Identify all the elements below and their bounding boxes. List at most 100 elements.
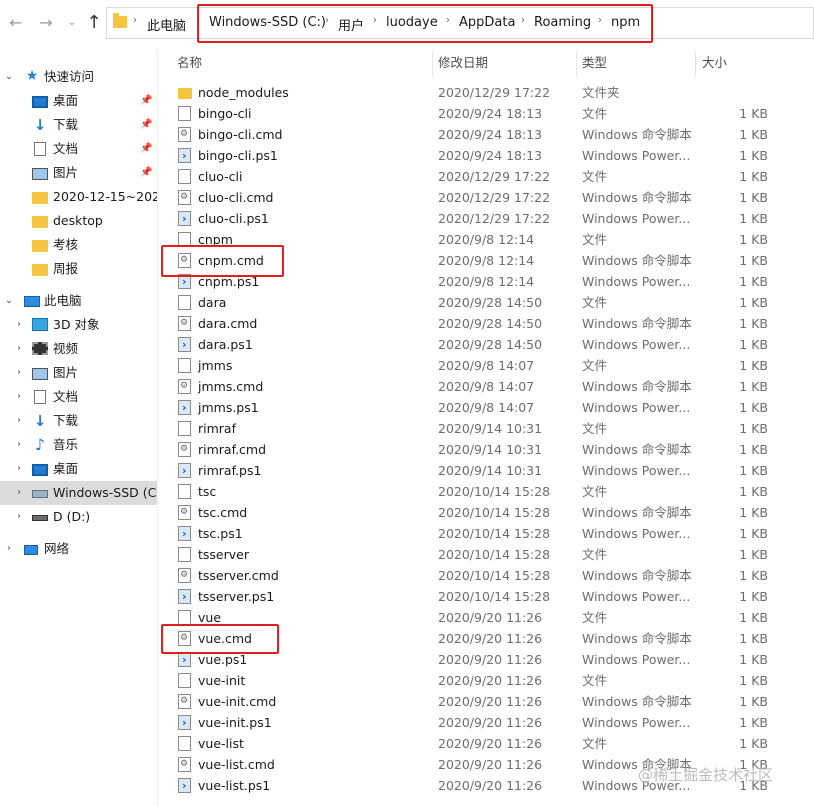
sidebar-item-quick-access[interactable]: ⌄ ★ 快速访问	[0, 65, 157, 89]
file-row[interactable]: rimraf 2020/9/14 10:31 文件 1 KB	[158, 418, 814, 439]
sidebar-item-pictures-pinned[interactable]: 图片 📌	[0, 161, 157, 185]
sidebar-item-3d-objects[interactable]: › 3D 对象	[0, 313, 157, 337]
file-row[interactable]: rimraf.cmd 2020/9/14 10:31 Windows 命令脚本 1 K…	[158, 439, 814, 460]
sidebar-item-folder-date[interactable]: 2020-12-15~2020	[0, 185, 157, 209]
chevron-down-icon[interactable]: ⌄	[4, 289, 14, 313]
file-row[interactable]: vue.cmd 2020/9/20 11:26 Windows 命令脚本 1 KB	[158, 628, 814, 649]
breadcrumb-npm[interactable]: npm	[611, 15, 640, 30]
chevron-right-icon[interactable]: ›	[14, 361, 24, 385]
sidebar-item-music[interactable]: › ♪ 音乐	[0, 433, 157, 457]
column-header-type[interactable]: 类型	[582, 52, 607, 76]
chevron-right-icon[interactable]: ›	[14, 481, 24, 505]
recent-locations-button[interactable]: ⌄	[62, 12, 82, 34]
file-row[interactable]: vue-init 2020/9/20 11:26 文件 1 KB	[158, 670, 814, 691]
file-name: tsserver	[198, 547, 249, 562]
column-header-date[interactable]: 修改日期	[438, 52, 488, 76]
sidebar-item-drive-d[interactable]: › D (D:)	[0, 505, 157, 529]
sidebar-item-desktop-pinned[interactable]: 桌面 📌	[0, 89, 157, 113]
sidebar-item-folder-desktop[interactable]: desktop	[0, 209, 157, 233]
file-row[interactable]: cnpm.ps1 2020/9/8 12:14 Windows Power... 1 …	[158, 271, 814, 292]
file-icon	[178, 673, 191, 688]
sidebar-item-videos[interactable]: › 视频	[0, 337, 157, 361]
breadcrumb-users[interactable]: 用户	[338, 15, 364, 34]
file-row[interactable]: bingo-cli 2020/9/24 18:13 文件 1 KB	[158, 103, 814, 124]
file-row[interactable]: dara.cmd 2020/9/28 14:50 Windows 命令脚本 1 KB	[158, 313, 814, 334]
file-row[interactable]: rimraf.ps1 2020/9/14 10:31 Windows Power..…	[158, 460, 814, 481]
file-row[interactable]: cluo-cli 2020/12/29 17:22 文件 1 KB	[158, 166, 814, 187]
chevron-right-icon[interactable]: ›	[14, 505, 24, 529]
breadcrumb-this-pc[interactable]: 此电脑	[147, 15, 186, 34]
sidebar-item-downloads[interactable]: › ↓ 下载	[0, 409, 157, 433]
chevron-down-icon[interactable]: ⌄	[4, 65, 14, 89]
sidebar-item-label: 图片	[53, 365, 79, 380]
column-header-name[interactable]: 名称	[177, 52, 202, 76]
forward-button[interactable]: →	[36, 12, 56, 34]
chevron-right-icon[interactable]: ›	[14, 385, 24, 409]
file-row[interactable]: dara.ps1 2020/9/28 14:50 Windows Power... 1…	[158, 334, 814, 355]
file-row[interactable]: cluo-cli.cmd 2020/12/29 17:22 Windows 命令脚本…	[158, 187, 814, 208]
column-header-size[interactable]: 大小	[702, 52, 727, 76]
sidebar-item-label: 图片	[53, 165, 79, 180]
chevron-right-icon[interactable]: ›	[133, 15, 137, 26]
sidebar-item-pictures[interactable]: › 图片	[0, 361, 157, 385]
chevron-right-icon[interactable]: ›	[14, 337, 24, 361]
chevron-right-icon[interactable]: ›	[598, 15, 602, 26]
breadcrumb-user[interactable]: luodaye	[386, 15, 438, 30]
file-row[interactable]: jmms.ps1 2020/9/8 14:07 Windows Power... 1 …	[158, 397, 814, 418]
file-row[interactable]: tsserver.cmd 2020/10/14 15:28 Windows 命令脚本…	[158, 565, 814, 586]
file-type: Windows Power...	[582, 400, 691, 415]
chevron-right-icon[interactable]: ›	[14, 409, 24, 433]
file-row[interactable]: vue-init.ps1 2020/9/20 11:26 Windows Power…	[158, 712, 814, 733]
file-row[interactable]: tsserver.ps1 2020/10/14 15:28 Windows Powe…	[158, 586, 814, 607]
column-divider[interactable]	[695, 52, 696, 76]
sidebar-item-folder-assessment[interactable]: 考核	[0, 233, 157, 257]
file-row[interactable]: dara 2020/9/28 14:50 文件 1 KB	[158, 292, 814, 313]
chevron-right-icon[interactable]: ›	[446, 15, 450, 26]
file-row[interactable]: node_modules 2020/12/29 17:22 文件夹	[158, 82, 814, 103]
file-row[interactable]: tsc 2020/10/14 15:28 文件 1 KB	[158, 481, 814, 502]
sidebar-item-downloads-pinned[interactable]: ↓ 下载 📌	[0, 113, 157, 137]
file-row[interactable]: jmms 2020/9/8 14:07 文件 1 KB	[158, 355, 814, 376]
file-row[interactable]: tsserver 2020/10/14 15:28 文件 1 KB	[158, 544, 814, 565]
file-row[interactable]: vue-list 2020/9/20 11:26 文件 1 KB	[158, 733, 814, 754]
chevron-right-icon[interactable]: ›	[196, 15, 200, 26]
file-size: 1 KB	[739, 106, 768, 121]
chevron-right-icon[interactable]: ›	[373, 15, 377, 26]
sidebar-item-label: 下载	[53, 117, 79, 132]
up-button[interactable]: ↑	[84, 12, 104, 34]
file-row[interactable]: bingo-cli.ps1 2020/9/24 18:13 Windows Powe…	[158, 145, 814, 166]
sidebar-item-network[interactable]: › 网络	[0, 537, 157, 561]
chevron-right-icon[interactable]: ›	[325, 15, 329, 26]
file-date: 2020/12/29 17:22	[438, 169, 551, 184]
chevron-right-icon[interactable]: ›	[521, 15, 525, 26]
file-row[interactable]: jmms.cmd 2020/9/8 14:07 Windows 命令脚本 1 KB	[158, 376, 814, 397]
file-row[interactable]: vue 2020/9/20 11:26 文件 1 KB	[158, 607, 814, 628]
file-date: 2020/9/8 14:07	[438, 358, 535, 373]
file-row[interactable]: vue-init.cmd 2020/9/20 11:26 Windows 命令脚本 1…	[158, 691, 814, 712]
sidebar-item-drive-c[interactable]: › Windows-SSD (C:)	[0, 481, 157, 505]
file-row[interactable]: tsc.cmd 2020/10/14 15:28 Windows 命令脚本 1 KB	[158, 502, 814, 523]
breadcrumb-roaming[interactable]: Roaming	[534, 15, 591, 30]
file-row[interactable]: cnpm 2020/9/8 12:14 文件 1 KB	[158, 229, 814, 250]
file-row[interactable]: cnpm.cmd 2020/9/8 12:14 Windows 命令脚本 1 KB	[158, 250, 814, 271]
sidebar-item-documents[interactable]: › 文档	[0, 385, 157, 409]
sidebar-item-desktop[interactable]: › 桌面	[0, 457, 157, 481]
chevron-right-icon[interactable]: ›	[14, 433, 24, 457]
file-row[interactable]: cluo-cli.ps1 2020/12/29 17:22 Windows Powe…	[158, 208, 814, 229]
file-row[interactable]: bingo-cli.cmd 2020/9/24 18:13 Windows 命令脚本…	[158, 124, 814, 145]
breadcrumb-drive-c[interactable]: Windows-SSD (C:)	[209, 15, 326, 30]
sidebar-item-documents-pinned[interactable]: 文档 📌	[0, 137, 157, 161]
sidebar-item-label: 网络	[44, 541, 70, 556]
file-row[interactable]: tsc.ps1 2020/10/14 15:28 Windows Power... 1…	[158, 523, 814, 544]
sidebar-item-folder-weekly[interactable]: 周报	[0, 257, 157, 281]
back-button[interactable]: ←	[6, 12, 26, 34]
column-divider[interactable]	[576, 52, 577, 76]
file-row[interactable]: vue.ps1 2020/9/20 11:26 Windows Power... 1 …	[158, 649, 814, 670]
chevron-right-icon[interactable]: ›	[14, 457, 24, 481]
chevron-right-icon[interactable]: ›	[4, 537, 14, 561]
address-bar[interactable]: › 此电脑 › Windows-SSD (C:) › 用户 › luodaye …	[106, 7, 814, 39]
column-divider[interactable]	[432, 52, 433, 76]
breadcrumb-appdata[interactable]: AppData	[459, 15, 515, 30]
chevron-right-icon[interactable]: ›	[14, 313, 24, 337]
sidebar-item-this-pc[interactable]: ⌄ 此电脑	[0, 289, 157, 313]
